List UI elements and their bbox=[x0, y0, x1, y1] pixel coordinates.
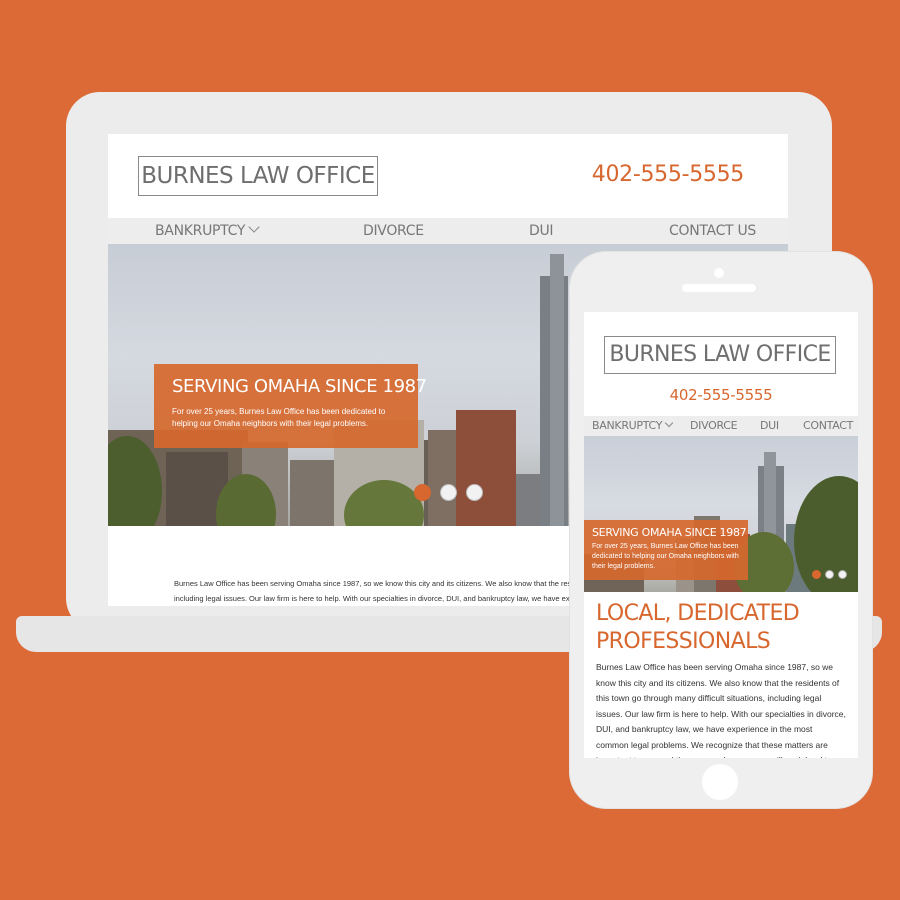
building bbox=[456, 410, 516, 526]
main-nav: BANKRUPTCY DIVORCE DUI CONTACT US bbox=[108, 218, 788, 244]
nav-item-dui[interactable]: DUI bbox=[760, 416, 779, 436]
nav-item-bankruptcy[interactable]: BANKRUPTCY bbox=[592, 416, 674, 436]
camera-icon bbox=[714, 268, 724, 278]
intro-paragraph: Burnes Law Office has been serving Omaha… bbox=[596, 662, 846, 758]
nav-item-contact[interactable]: CONTACT bbox=[803, 416, 853, 436]
site-logo[interactable]: BURNES LAW OFFICE bbox=[138, 156, 378, 196]
nav-item-bankruptcy[interactable]: BANKRUPTCY bbox=[155, 218, 260, 244]
slide-dot[interactable] bbox=[838, 570, 847, 579]
nav-item-label: BANKRUPTCY bbox=[592, 419, 663, 432]
phone-number[interactable]: 402-555-5555 bbox=[592, 162, 745, 187]
nav-item-dui[interactable]: DUI bbox=[529, 218, 554, 244]
slide-dot-active[interactable] bbox=[414, 484, 431, 501]
speaker-icon bbox=[682, 284, 756, 292]
hero-caption: SERVING OMAHA SINCE 1987 For over 25 yea… bbox=[584, 520, 748, 580]
slide-dot-active[interactable] bbox=[812, 570, 821, 579]
site-logo[interactable]: BURNES LAW OFFICE bbox=[604, 336, 836, 374]
nav-item-divorce[interactable]: DIVORCE bbox=[690, 416, 738, 436]
hero-caption: SERVING OMAHA SINCE 1987 For over 25 yea… bbox=[154, 364, 427, 448]
nav-item-label: BANKRUPTCY bbox=[155, 223, 246, 239]
hero-title: SERVING OMAHA SINCE 1987 bbox=[592, 526, 747, 539]
site-header: BURNES LAW OFFICE 402-555-5555 bbox=[108, 134, 788, 216]
section-heading: LOCAL, DEDICATED PROFESSIONALS bbox=[596, 601, 800, 654]
slide-dot[interactable] bbox=[440, 484, 457, 501]
slide-dot[interactable] bbox=[825, 570, 834, 579]
hero-text: For over 25 years, Burnes Law Office has… bbox=[172, 407, 386, 428]
nav-item-divorce[interactable]: DIVORCE bbox=[363, 218, 424, 244]
nav-item-contact-us[interactable]: CONTACT US bbox=[669, 218, 756, 244]
building bbox=[550, 254, 564, 526]
hero-slider: SERVING OMAHA SINCE 1987 For over 25 yea… bbox=[584, 436, 858, 592]
hero-title: SERVING OMAHA SINCE 1987 bbox=[172, 376, 427, 397]
main-nav: BANKRUPTCY DIVORCE DUI CONTACT bbox=[584, 416, 858, 436]
hero-text: For over 25 years, Burnes Law Office has… bbox=[592, 543, 739, 570]
chevron-down-icon bbox=[248, 221, 260, 233]
home-button[interactable] bbox=[702, 764, 738, 800]
phone-number[interactable]: 402-555-5555 bbox=[584, 386, 858, 404]
slide-dot[interactable] bbox=[466, 484, 483, 501]
mobile-site: BURNES LAW OFFICE 402-555-5555 BANKRUPTC… bbox=[584, 312, 858, 758]
chevron-down-icon bbox=[664, 418, 674, 428]
